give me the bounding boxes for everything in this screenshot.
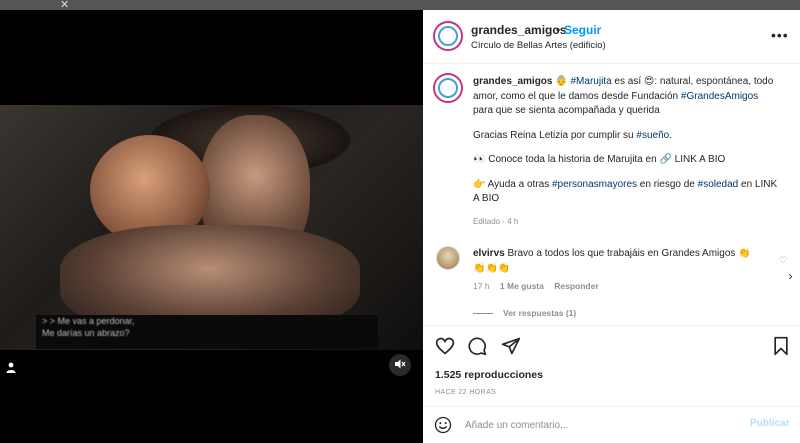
comment-meta: 17 h 1 Me gusta Responder bbox=[473, 281, 607, 291]
subtitle-line: > > Me vas a perdonar, bbox=[42, 316, 135, 326]
heart-icon[interactable] bbox=[435, 336, 455, 356]
comment-composer: Publicar bbox=[423, 406, 800, 443]
view-count[interactable]: 1.525 reproducciones bbox=[435, 369, 543, 381]
comment-username[interactable]: elvirvs bbox=[473, 248, 505, 259]
caption-paragraph: Gracias Reina Letizia por cumplir su #su… bbox=[473, 129, 778, 144]
comment-item: elvirvs Bravo a todos los que trabajáis … bbox=[473, 247, 758, 276]
reply-button[interactable]: Responder bbox=[554, 281, 598, 291]
avatar[interactable] bbox=[433, 21, 463, 51]
location-link[interactable]: Círculo de Bellas Artes (edificio) bbox=[471, 40, 606, 51]
hashtag-link[interactable]: #Marujita bbox=[571, 76, 612, 87]
top-strip: ✕ bbox=[0, 0, 800, 11]
comment-text: Bravo a todos los que trabajáis en Grand… bbox=[473, 248, 751, 274]
view-replies-button[interactable]: Ver respuestas (1) bbox=[473, 308, 576, 318]
caption-emoji: 😍 bbox=[643, 76, 655, 87]
chevron-right-icon: › bbox=[788, 269, 793, 283]
caption-text: es así bbox=[611, 76, 644, 87]
person-icon[interactable] bbox=[6, 362, 18, 374]
follow-button[interactable]: Seguir bbox=[564, 23, 601, 37]
post-actions: 1.525 reproducciones HACE 22 HORAS bbox=[423, 325, 800, 407]
caption-text: Gracias Reina Letizia por cumplir su bbox=[473, 129, 637, 141]
caption-paragraph: grandes_amigos 👵 #Marujita es así 😍: nat… bbox=[473, 75, 778, 119]
post-header: grandes_amigos • Seguir Círculo de Bella… bbox=[423, 10, 800, 64]
hashtag-link[interactable]: #personasmayores bbox=[552, 179, 637, 190]
comment-input[interactable] bbox=[465, 415, 735, 435]
caption-paragraph: 👀 Conoce toda la historia de Marujita en… bbox=[473, 153, 778, 168]
edited-timestamp: Editado · 4 h bbox=[473, 217, 519, 226]
comment-time[interactable]: 17 h bbox=[473, 281, 490, 291]
publish-button[interactable]: Publicar bbox=[750, 418, 789, 429]
next-post-button[interactable]: › bbox=[781, 265, 800, 287]
video-frame[interactable] bbox=[0, 105, 423, 350]
close-icon[interactable]: ✕ bbox=[60, 0, 69, 11]
video-subtitle: > > Me vas a perdonar, Me darías un abra… bbox=[36, 315, 378, 349]
logo-mark bbox=[438, 78, 458, 98]
post-side-panel: grandes_amigos • Seguir Círculo de Bella… bbox=[423, 10, 800, 443]
header-username[interactable]: grandes_amigos bbox=[471, 23, 566, 37]
caption-text: . bbox=[669, 129, 672, 141]
subtitle-line: Me darías un abrazo? bbox=[42, 328, 130, 338]
bookmark-icon[interactable] bbox=[771, 336, 791, 356]
commenter-avatar[interactable] bbox=[436, 246, 460, 270]
caption-text: Conoce toda la historia de Marujita en 🔗… bbox=[488, 154, 726, 165]
caption-emoji: 👵 bbox=[555, 76, 568, 87]
caption-paragraph: 👉 Ayuda a otras #personasmayores en ries… bbox=[473, 178, 778, 207]
caption-text: para que se sienta acompañada y querida bbox=[473, 105, 660, 116]
more-options-icon[interactable]: ••• bbox=[771, 27, 789, 43]
logo-mark bbox=[438, 26, 458, 46]
post-time[interactable]: HACE 22 HORAS bbox=[435, 389, 496, 396]
caption-text: Ayuda a otras bbox=[485, 178, 552, 190]
share-icon[interactable] bbox=[501, 336, 521, 356]
separator-dot: • bbox=[556, 23, 561, 37]
comments-area[interactable]: grandes_amigos 👵 #Marujita es así 😍: nat… bbox=[423, 65, 800, 325]
post-caption: grandes_amigos 👵 #Marujita es así 😍: nat… bbox=[473, 75, 778, 217]
video-player[interactable]: > > Me vas a perdonar, Me darías un abra… bbox=[0, 10, 423, 443]
comment-like-icon[interactable]: ♡ bbox=[779, 255, 787, 266]
emoji-icon[interactable] bbox=[434, 416, 452, 434]
caption-emoji: 👉 bbox=[473, 178, 486, 190]
hashtag-link[interactable]: #sueño bbox=[636, 130, 669, 141]
comment-icon[interactable] bbox=[467, 336, 487, 356]
hashtag-link[interactable]: #soledad bbox=[698, 179, 739, 190]
caption-avatar[interactable] bbox=[433, 73, 463, 103]
mute-button[interactable] bbox=[389, 354, 411, 376]
caption-username[interactable]: grandes_amigos bbox=[473, 76, 552, 87]
caption-text: en riesgo de bbox=[637, 178, 698, 190]
speaker-muted-icon bbox=[394, 358, 406, 373]
caption-emoji: 👀 bbox=[473, 154, 486, 165]
hashtag-link[interactable]: #GrandesAmigos bbox=[681, 91, 758, 102]
post-modal: > > Me vas a perdonar, Me darías un abra… bbox=[0, 10, 800, 443]
comment-likes[interactable]: 1 Me gusta bbox=[500, 281, 544, 291]
